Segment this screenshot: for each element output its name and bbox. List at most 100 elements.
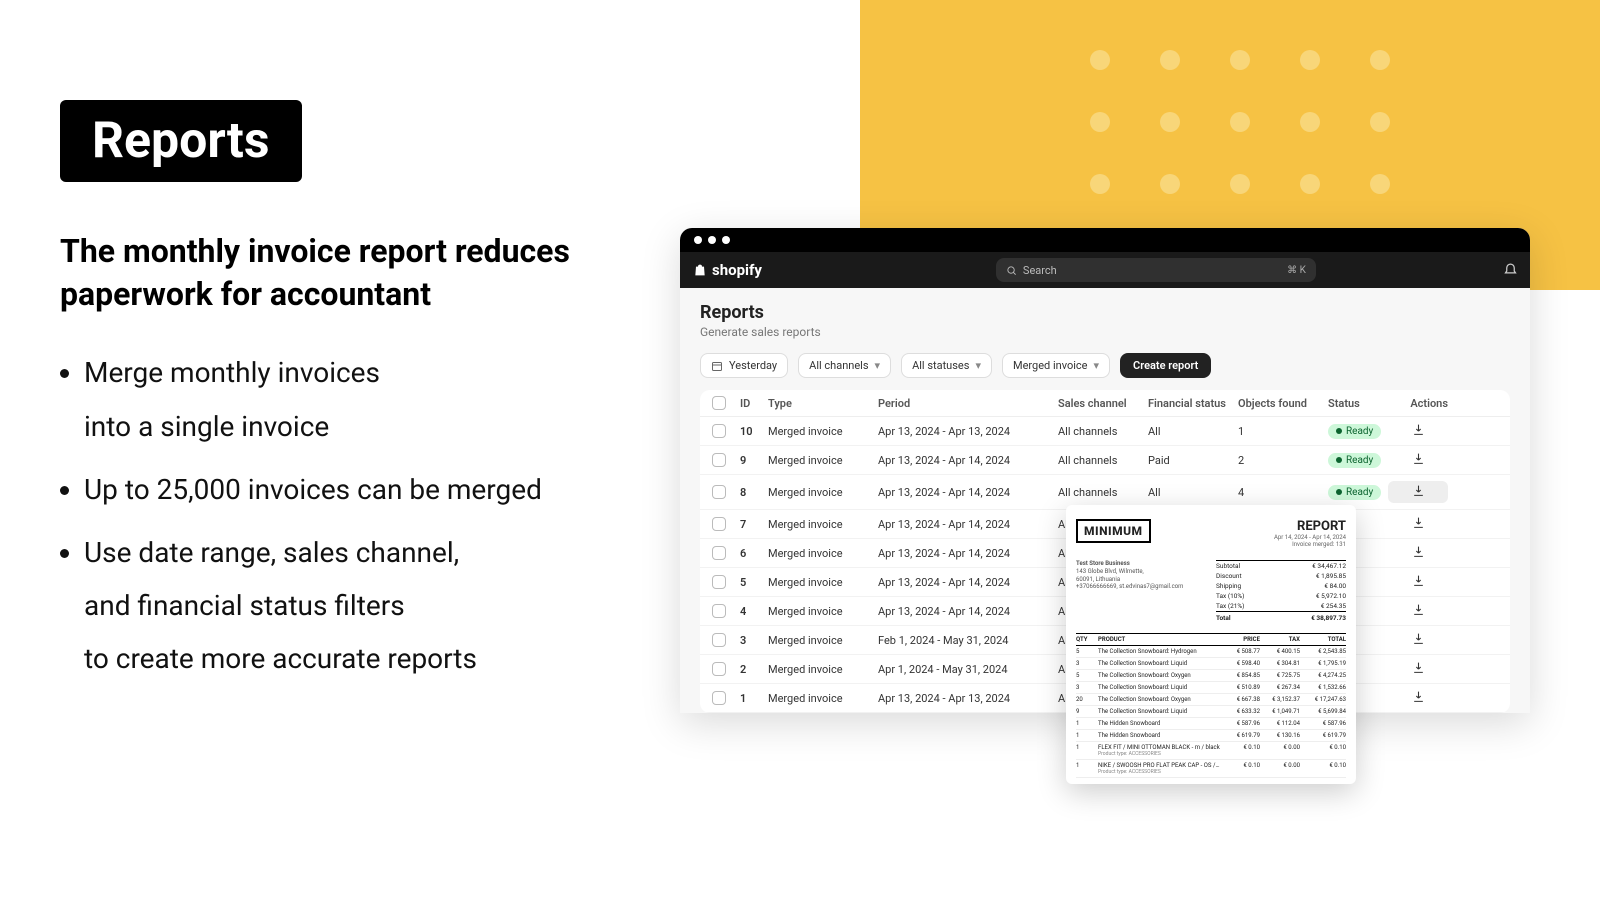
feature-bullet: Merge monthly invoicesinto a single invo… — [84, 346, 660, 452]
cell-id: 9 — [740, 454, 768, 467]
cell-period: Apr 13, 2024 - Apr 14, 2024 — [878, 486, 1058, 499]
download-icon — [1412, 574, 1425, 590]
table-row[interactable]: 9Merged invoiceApr 13, 2024 - Apr 14, 20… — [700, 446, 1510, 475]
bell-icon — [1503, 261, 1518, 276]
table-header: ID Type Period Sales channel Financial s… — [700, 390, 1510, 417]
download-icon — [1412, 603, 1425, 619]
traffic-light-max-icon[interactable] — [722, 236, 730, 244]
select-all-checkbox[interactable] — [712, 396, 726, 410]
invoice-line-item: 3The Collection Snowboard: Liquid€ 510.8… — [1076, 682, 1346, 694]
cell-status: Ready — [1328, 485, 1388, 500]
search-input[interactable]: Search ⌘ K — [996, 258, 1316, 282]
table-row[interactable]: 10Merged invoiceApr 13, 2024 - Apr 13, 2… — [700, 417, 1510, 446]
invoice-line-item: 20The Collection Snowboard: Oxygen€ 667.… — [1076, 694, 1346, 706]
cell-status: Ready — [1328, 424, 1388, 439]
row-checkbox[interactable] — [712, 424, 726, 438]
status-badge: Ready — [1328, 453, 1381, 468]
inv-col-total: TOTAL — [1304, 636, 1346, 643]
from-name: Test Store Business — [1076, 560, 1183, 568]
download-icon — [1412, 423, 1425, 439]
search-placeholder: Search — [1023, 264, 1057, 277]
row-checkbox[interactable] — [712, 517, 726, 531]
row-checkbox[interactable] — [712, 485, 726, 499]
feature-bullets: Merge monthly invoicesinto a single invo… — [84, 346, 660, 685]
cell-found: 2 — [1238, 454, 1328, 467]
invoice-line-item: 5The Collection Snowboard: Hydrogen€ 508… — [1076, 646, 1346, 658]
cell-period: Apr 1, 2024 - May 31, 2024 — [878, 663, 1058, 676]
date-filter-label: Yesterday — [729, 359, 777, 372]
invoice-line-items: QTY PRODUCT PRICE TAX TOTAL 5The Collect… — [1076, 633, 1346, 778]
download-button[interactable] — [1388, 516, 1448, 532]
invoice-line-item: 1The Hidden Snowboard€ 587.96€ 112.04€ 5… — [1076, 718, 1346, 730]
type-filter[interactable]: Merged invoice ▾ — [1002, 353, 1110, 378]
download-icon — [1412, 661, 1425, 677]
traffic-light-close-icon[interactable] — [694, 236, 702, 244]
cell-status: Ready — [1328, 453, 1388, 468]
invoice-line-item: 1NIKE / SWOOSH PRO FLAT PEAK CAP - OS / … — [1076, 760, 1346, 778]
status-filter[interactable]: All statuses ▾ — [901, 353, 992, 378]
download-button[interactable] — [1388, 574, 1448, 590]
cell-id: 8 — [740, 486, 768, 499]
row-checkbox[interactable] — [712, 546, 726, 560]
traffic-light-min-icon[interactable] — [708, 236, 716, 244]
cell-period: Apr 13, 2024 - Apr 14, 2024 — [878, 454, 1058, 467]
channel-filter-label: All channels — [809, 359, 868, 372]
cell-type: Merged invoice — [768, 663, 878, 676]
col-found: Objects found — [1238, 397, 1328, 410]
cell-id: 6 — [740, 547, 768, 560]
cell-period: Apr 13, 2024 - Apr 13, 2024 — [878, 692, 1058, 705]
invoice-line-item: 3The Collection Snowboard: Liquid€ 598.4… — [1076, 658, 1346, 670]
download-button[interactable] — [1388, 452, 1448, 468]
inv-col-product: PRODUCT — [1098, 636, 1220, 643]
cell-type: Merged invoice — [768, 425, 878, 438]
status-badge: Ready — [1328, 485, 1381, 500]
cell-period: Feb 1, 2024 - May 31, 2024 — [878, 634, 1058, 647]
totals-row: Discount€ 1,895.85 — [1216, 571, 1346, 581]
download-button[interactable] — [1388, 603, 1448, 619]
headline: The monthly invoice report reduces paper… — [60, 230, 660, 316]
download-button[interactable] — [1388, 545, 1448, 561]
create-report-button[interactable]: Create report — [1120, 353, 1211, 378]
chevron-down-icon: ▾ — [1094, 359, 1100, 372]
row-checkbox[interactable] — [712, 453, 726, 467]
notifications-button[interactable] — [1503, 261, 1518, 280]
download-button[interactable] — [1388, 632, 1448, 648]
total-value: € 38,897.73 — [1311, 614, 1346, 622]
download-button[interactable] — [1388, 481, 1448, 503]
cell-type: Merged invoice — [768, 454, 878, 467]
download-icon — [1412, 545, 1425, 561]
cell-fin: All — [1148, 425, 1238, 438]
row-checkbox[interactable] — [712, 604, 726, 618]
download-button[interactable] — [1388, 690, 1448, 706]
cell-type: Merged invoice — [768, 692, 878, 705]
download-button[interactable] — [1388, 423, 1448, 439]
download-icon — [1412, 632, 1425, 648]
invoice-line-item: 9The Collection Snowboard: Liquid€ 633.3… — [1076, 706, 1346, 718]
date-filter[interactable]: Yesterday — [700, 353, 788, 378]
page-title: Reports — [700, 302, 1510, 323]
invoice-merged-count: Invoice merged: 131 — [1274, 541, 1346, 548]
cell-found: 1 — [1238, 425, 1328, 438]
channel-filter[interactable]: All channels ▾ — [798, 353, 891, 378]
totals-row: Tax (21%)€ 254.35 — [1216, 601, 1346, 611]
cell-period: Apr 13, 2024 - Apr 14, 2024 — [878, 518, 1058, 531]
row-checkbox[interactable] — [712, 691, 726, 705]
status-badge: Ready — [1328, 424, 1381, 439]
cell-type: Merged invoice — [768, 518, 878, 531]
window-titlebar — [680, 228, 1530, 252]
row-checkbox[interactable] — [712, 633, 726, 647]
total-label: Total — [1216, 614, 1231, 622]
type-filter-label: Merged invoice — [1013, 359, 1088, 372]
col-status: Status — [1328, 397, 1388, 410]
col-channel: Sales channel — [1058, 397, 1148, 410]
shopify-logo[interactable]: shopify — [692, 261, 762, 279]
title-badge: Reports — [60, 100, 302, 182]
feature-bullet: Up to 25,000 invoices can be merged — [84, 463, 660, 516]
cell-id: 2 — [740, 663, 768, 676]
calendar-icon — [711, 360, 723, 372]
feature-bullet: Use date range, sales channel,and financ… — [84, 526, 660, 686]
row-checkbox[interactable] — [712, 662, 726, 676]
download-button[interactable] — [1388, 661, 1448, 677]
row-checkbox[interactable] — [712, 575, 726, 589]
cell-id: 3 — [740, 634, 768, 647]
